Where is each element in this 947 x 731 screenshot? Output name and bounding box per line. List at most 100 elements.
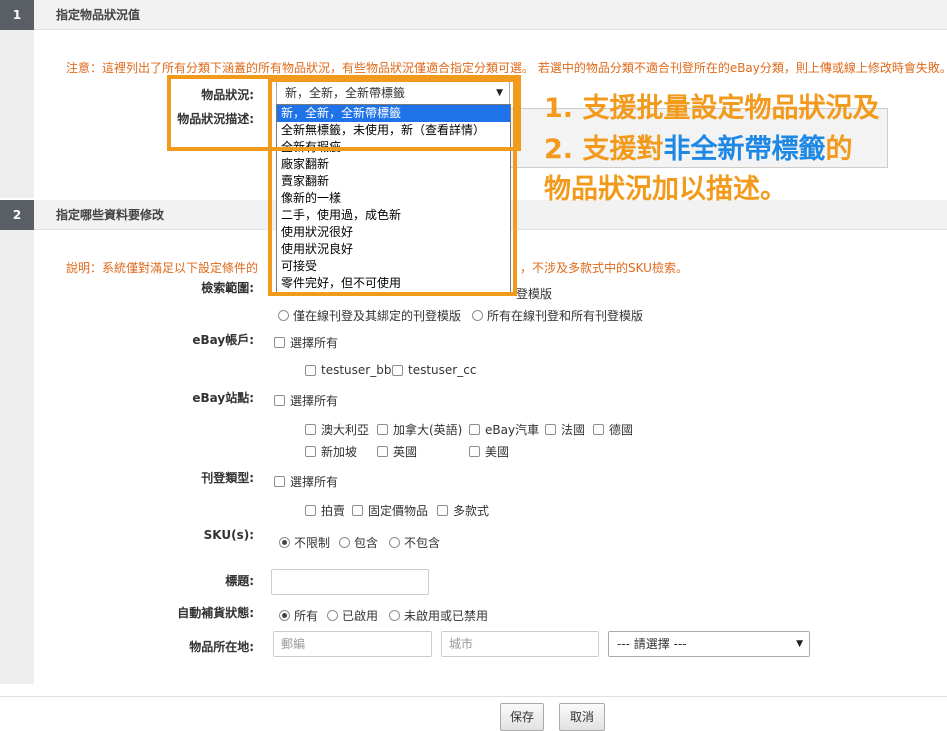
section1-rail (0, 30, 34, 198)
section2-title: 指定哪些資料要修改 (56, 208, 165, 222)
title-input[interactable] (271, 569, 429, 595)
restock-option-label: 已啟用 (342, 609, 379, 623)
listing-type-variations[interactable]: 多款式 (437, 502, 489, 519)
chevron-down-icon: ▼ (796, 639, 803, 649)
radio-selected-icon[interactable] (279, 537, 290, 548)
site-ebay-motors[interactable]: eBay汽車 (469, 421, 539, 438)
listing-type-select-all-label: 選擇所有 (290, 475, 339, 489)
section1-number: 1 (0, 0, 34, 30)
checkbox-icon[interactable] (377, 446, 388, 457)
section2-notice-left: 說明：系統僅對滿足以下設定條件的 (66, 261, 259, 275)
annotation-line2: 2. 支援對非全新帶標籤的 (544, 131, 852, 169)
section2-notice-right: ，不涉及多款式中的SKU檢索。 (520, 261, 688, 275)
scope-option2-label: 僅在線刊登及其綁定的刊登模版 (293, 309, 462, 323)
checkbox-icon[interactable] (305, 364, 316, 376)
listing-type-select-all[interactable]: 選擇所有 (274, 473, 338, 490)
restock-option-disabled[interactable]: 未啟用或已禁用 (389, 607, 488, 624)
listing-type-label-item: 拍賣 (321, 504, 346, 518)
sku-option-include[interactable]: 包含 (339, 534, 378, 551)
accounts-select-all-label: 選擇所有 (290, 336, 339, 350)
scope-option1-label: 登模版 (516, 287, 553, 301)
save-button[interactable]: 保存 (500, 703, 544, 731)
postcode-input[interactable]: 郵編 (273, 631, 432, 657)
account-testuser-cc[interactable]: testuser_cc (392, 363, 476, 377)
section2-number: 2 (0, 200, 34, 230)
sku-option-label: 不包含 (404, 536, 441, 550)
radio-icon[interactable] (327, 610, 338, 621)
listing-type-fixed-price[interactable]: 固定價物品 (352, 502, 428, 519)
annotation-line1: 1. 支援批量設定物品狀況及 (544, 93, 880, 124)
site-france[interactable]: 法國 (545, 421, 585, 438)
site-label: 澳大利亞 (321, 423, 370, 437)
annotation-line2-suffix: 的 (825, 134, 853, 165)
site-label: 法國 (561, 423, 586, 437)
checkbox-icon[interactable] (437, 505, 448, 516)
sku-option-exclude[interactable]: 不包含 (389, 534, 440, 551)
site-australia[interactable]: 澳大利亞 (305, 421, 369, 438)
site-singapore[interactable]: 新加坡 (305, 443, 357, 460)
site-germany[interactable]: 德國 (593, 421, 633, 438)
account-label: testuser_cc (408, 363, 477, 377)
checkbox-icon[interactable] (377, 424, 388, 435)
site-canada-en[interactable]: 加拿大(英語) (377, 421, 462, 438)
scope-option3-label: 所有在線刊登和所有刊登模版 (487, 309, 644, 323)
restock-option-label: 所有 (294, 609, 319, 623)
site-uk[interactable]: 英國 (377, 443, 417, 460)
country-select[interactable]: --- 請選擇 --- ▼ (608, 631, 810, 657)
restock-option-label: 未啟用或已禁用 (404, 609, 489, 623)
sku-option-unlimited[interactable]: 不限制 (279, 534, 330, 551)
listing-type-label: 刊登類型: (201, 471, 254, 485)
checkbox-icon[interactable] (274, 476, 285, 487)
sites-select-all-label: 選擇所有 (290, 394, 339, 408)
sites-label: eBay站點: (192, 391, 254, 405)
sites-select-all[interactable]: 選擇所有 (274, 392, 338, 409)
account-label: testuser_bb (321, 363, 392, 377)
section2-rail (0, 230, 34, 684)
section1-notice: 注意：這裡列出了所有分類下涵蓋的所有物品狀況，有些物品狀況僅適合指定分類可選。 … (66, 61, 947, 75)
checkbox-icon[interactable] (545, 424, 556, 435)
section1-header: 1 指定物品狀況值 (0, 0, 947, 30)
scope-label: 檢索範圍: (201, 281, 254, 295)
checkbox-icon[interactable] (392, 364, 403, 376)
radio-icon[interactable] (472, 310, 483, 321)
scope-option-all[interactable]: 所有在線刊登和所有刊登模版 (472, 307, 643, 324)
account-testuser-bb[interactable]: testuser_bb (305, 363, 391, 377)
restock-label: 自動補貨狀態: (177, 606, 254, 620)
form-footer: 保存 取消 (0, 696, 947, 731)
sku-label: SKU(s): (203, 528, 254, 542)
radio-icon[interactable] (339, 537, 350, 548)
checkbox-icon[interactable] (593, 424, 604, 435)
section1-title: 指定物品狀況值 (56, 8, 141, 22)
annotation-line2-prefix: 2. 支援對 (544, 134, 664, 165)
checkbox-icon[interactable] (305, 424, 316, 435)
scope-option-online-bound[interactable]: 僅在線刊登及其綁定的刊登模版 (278, 307, 461, 324)
cancel-button[interactable]: 取消 (559, 703, 605, 731)
location-label: 物品所在地: (189, 640, 254, 654)
checkbox-icon[interactable] (274, 337, 285, 348)
accounts-select-all[interactable]: 選擇所有 (274, 334, 338, 351)
checkbox-icon[interactable] (352, 505, 363, 516)
checkbox-icon[interactable] (305, 446, 316, 457)
site-label: 美國 (485, 445, 510, 459)
sku-option-label: 包含 (354, 536, 379, 550)
site-label: 新加坡 (321, 445, 358, 459)
listing-type-auction[interactable]: 拍賣 (305, 502, 345, 519)
city-input[interactable]: 城市 (441, 631, 599, 657)
restock-option-enabled[interactable]: 已啟用 (327, 607, 378, 624)
site-us[interactable]: 美國 (469, 443, 509, 460)
checkbox-icon[interactable] (469, 446, 480, 457)
sku-option-label: 不限制 (294, 536, 331, 550)
annotation-line2-highlight: 非全新帶標籤 (663, 134, 826, 165)
radio-icon[interactable] (278, 310, 289, 321)
radio-icon[interactable] (389, 537, 400, 548)
site-label: eBay汽車 (485, 423, 540, 437)
radio-icon[interactable] (389, 610, 400, 621)
checkbox-icon[interactable] (274, 395, 285, 406)
checkbox-icon[interactable] (469, 424, 480, 435)
checkbox-icon[interactable] (305, 505, 316, 516)
accounts-label: eBay帳戶: (192, 333, 254, 347)
site-label: 英國 (393, 445, 418, 459)
restock-option-all[interactable]: 所有 (279, 607, 318, 624)
radio-selected-icon[interactable] (279, 610, 290, 621)
highlight-box-dropdown (268, 78, 517, 296)
